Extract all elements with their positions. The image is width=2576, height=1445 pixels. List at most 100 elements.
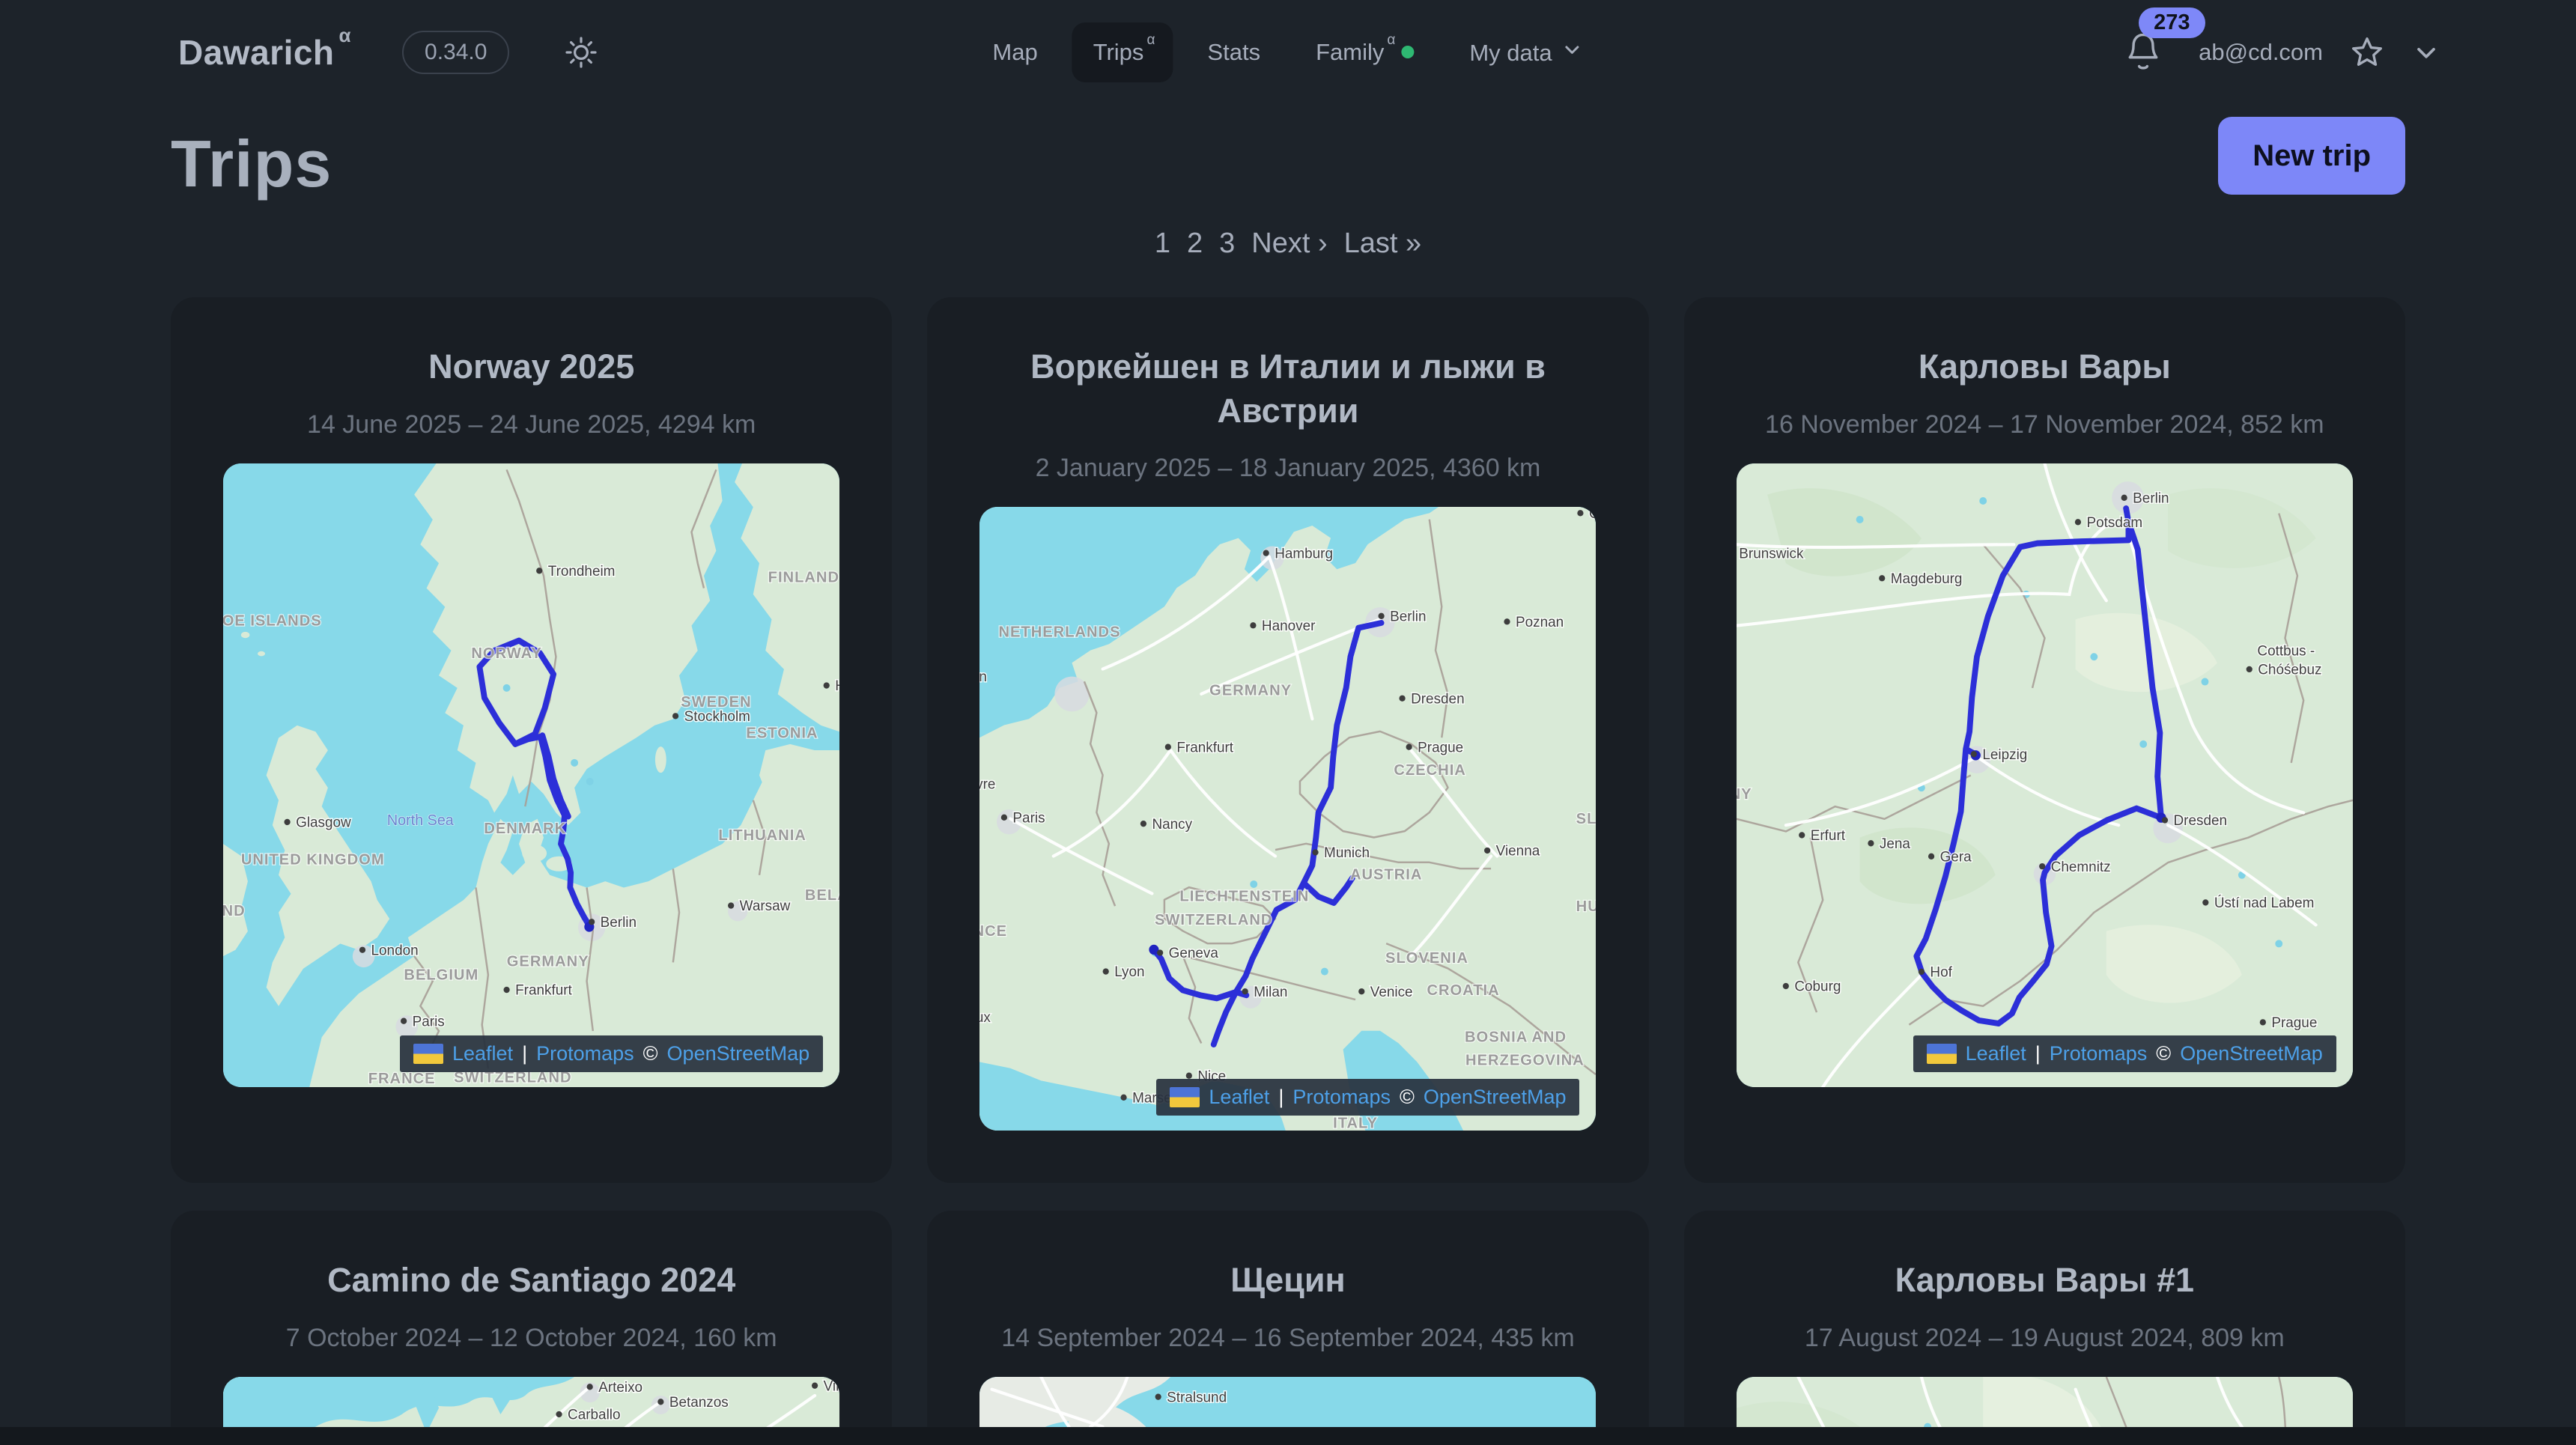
alpha-superscript: α [339,24,351,46]
svg-text:ITALY: ITALY [1334,1116,1379,1131]
svg-text:Stockholm: Stockholm [684,708,750,724]
navbar: Dawarichα 0.34.0 MapTripsαStatsFamilyαMy… [0,0,2576,105]
svg-text:Chóśebuz: Chóśebuz [2258,662,2321,678]
svg-text:Vienna: Vienna [1496,844,1540,860]
map-country-label: SLOVAKIA [1576,811,1596,827]
pagination-link[interactable]: Last » [1344,228,1422,259]
map-country-label: SLOVENIA [1386,950,1469,967]
pagination: 123 Next › Last » [0,228,2576,260]
map-country-label: HUNGARY [1576,898,1596,915]
map-country-label: FAROE ISLANDS [223,612,322,629]
svg-text:GERMANY: GERMANY [1210,682,1292,699]
svg-text:Bordeaux: Bordeaux [979,1010,991,1026]
app-logo[interactable]: Dawarichα [178,32,347,73]
navbar-right: 273 ab@cd.com [2124,30,2441,76]
main-navigation: MapTripsα Stats FamilyαMy data [971,22,1604,83]
map-country-label: NETHERLANDS [999,624,1121,640]
svg-text:Le Havre: Le Havre [979,776,995,792]
map-sea-label: North Sea [387,812,455,829]
nav-item-label: Stats [1207,39,1260,65]
svg-text:Hanover: Hanover [1262,618,1316,634]
leaflet-attribution-link[interactable]: Leaflet [1209,1086,1269,1109]
svg-text:CROATIA: CROATIA [1427,982,1500,999]
pagination-link[interactable]: Next › [1251,228,1327,259]
trip-card[interactable]: Camino de Santiago 20247 October 2024 – … [171,1211,892,1445]
svg-text:Nancy: Nancy [1152,817,1193,833]
map-country-label: GERMANY [1737,786,1752,803]
map-attribution: Leaflet|Protomaps©OpenStreetMap [400,1035,823,1072]
chevron-down-icon [2411,37,2441,67]
trip-cards-grid: Norway 202514 June 2025 – 24 June 2025, … [171,297,2405,1445]
map-city-label: Chóśebuz [2246,662,2321,678]
pagination-link[interactable]: 2 [1187,228,1203,259]
svg-text:NORWAY: NORWAY [472,645,542,661]
svg-text:HERZEGOVINA: HERZEGOVINA [1466,1052,1585,1068]
svg-text:Ústí nad Labem: Ústí nad Labem [2214,894,2315,910]
svg-text:Berlin: Berlin [601,914,637,930]
svg-text:North Sea: North Sea [387,812,455,829]
nav-item-map[interactable]: Map [971,22,1058,82]
protomaps-attribution-link[interactable]: Protomaps [536,1042,634,1065]
trip-card[interactable]: Карловы Вары #117 August 2024 – 19 Augus… [1684,1211,2405,1445]
nav-item-stats[interactable]: Stats [1186,22,1281,82]
attribution-copyright: © [643,1042,658,1065]
trip-map[interactable]: FAROE ISLANDSTrondheimFINLANDNORWAYSWEDE… [223,463,839,1087]
svg-text:Erfurt: Erfurt [1811,828,1846,844]
svg-text:BELARUS: BELARUS [805,886,839,903]
trip-title: Norway 2025 [428,345,634,389]
svg-text:UNITED KINGDOM: UNITED KINGDOM [241,851,385,868]
protomaps-attribution-link[interactable]: Protomaps [2050,1042,2148,1065]
leaflet-attribution-link[interactable]: Leaflet [1966,1042,2026,1065]
svg-text:CZECHIA: CZECHIA [1394,762,1466,779]
map-city-label: Cottbus - [2257,643,2315,659]
attribution-separator: | [2035,1042,2041,1065]
ukraine-flag-icon [1170,1087,1200,1107]
notification-count-badge: 273 [2139,7,2205,39]
svg-text:Berlin: Berlin [2133,490,2169,506]
account-email[interactable]: ab@cd.com [2199,39,2323,66]
notifications-button[interactable]: 273 [2124,30,2163,76]
trip-title: Щецин [1230,1259,1345,1303]
favorites-button[interactable] [2348,34,2386,71]
map-attribution: Leaflet|Protomaps©OpenStreetMap [1156,1079,1579,1116]
trip-card[interactable]: Щецин 14 September 2024 – 16 September 20… [927,1211,1648,1445]
svg-text:Hamburg: Hamburg [1275,546,1334,562]
svg-text:Prague: Prague [2271,1014,2317,1030]
nav-item-trips[interactable]: Tripsα [1072,22,1173,82]
trip-card[interactable]: Norway 202514 June 2025 – 24 June 2025, … [171,297,892,1183]
footer-strip [0,1427,2576,1445]
map-country-label: CZECHIA [1394,762,1466,779]
map-country-label: GERMANY [507,953,589,970]
pagination-link[interactable]: 3 [1219,228,1235,259]
protomaps-attribution-link[interactable]: Protomaps [1292,1086,1391,1109]
map-country-label: LITHUANIA [719,827,806,844]
nav-item-family[interactable]: Familyα [1295,22,1435,82]
svg-text:SWITZERLAND: SWITZERLAND [1155,912,1273,928]
trip-card[interactable]: Карловы Вары16 November 2024 – 17 Novemb… [1684,297,2405,1183]
map-country-label: BOSNIA AND [1465,1029,1567,1046]
new-trip-button[interactable]: New trip [2218,117,2405,195]
svg-text:Brunswick: Brunswick [1739,546,1804,562]
pagination-link[interactable]: 1 [1155,228,1170,259]
openstreetmap-attribution-link[interactable]: OpenStreetMap [667,1042,810,1065]
trip-card[interactable]: Воркейшен в Италии и лыжи в Австрии2 Jan… [927,297,1648,1183]
openstreetmap-attribution-link[interactable]: OpenStreetMap [1424,1086,1567,1109]
svg-text:Poznan: Poznan [1516,615,1564,630]
map-country-label: DENMARK [484,820,566,836]
trip-dates: 14 September 2024 – 16 September 2024, 4… [1001,1324,1575,1353]
map-country-label: FRANCE [368,1070,436,1086]
svg-text:Lyon: Lyon [1115,964,1145,980]
map-country-label: SWITZERLAND [1155,912,1273,928]
svg-text:Milan: Milan [1254,985,1288,1000]
account-menu-toggle[interactable] [2411,37,2441,67]
trip-map[interactable]: BerlinPotsdamBrunswickMagdeburgCottbus -… [1737,463,2353,1087]
openstreetmap-attribution-link[interactable]: OpenStreetMap [2180,1042,2323,1065]
svg-text:FINLAND: FINLAND [768,569,839,585]
map-country-label: ITALY [1334,1116,1379,1131]
trip-map[interactable]: GdanskHamburgNETHERLANDSHanoverBerlinPoz… [979,507,1596,1131]
map-country-label: FINLAND [768,569,839,585]
nav-item-my-data[interactable]: My data [1448,22,1604,83]
leaflet-attribution-link[interactable]: Leaflet [452,1042,513,1065]
svg-text:Betanzos: Betanzos [669,1394,729,1410]
theme-toggle-button[interactable] [563,34,599,70]
